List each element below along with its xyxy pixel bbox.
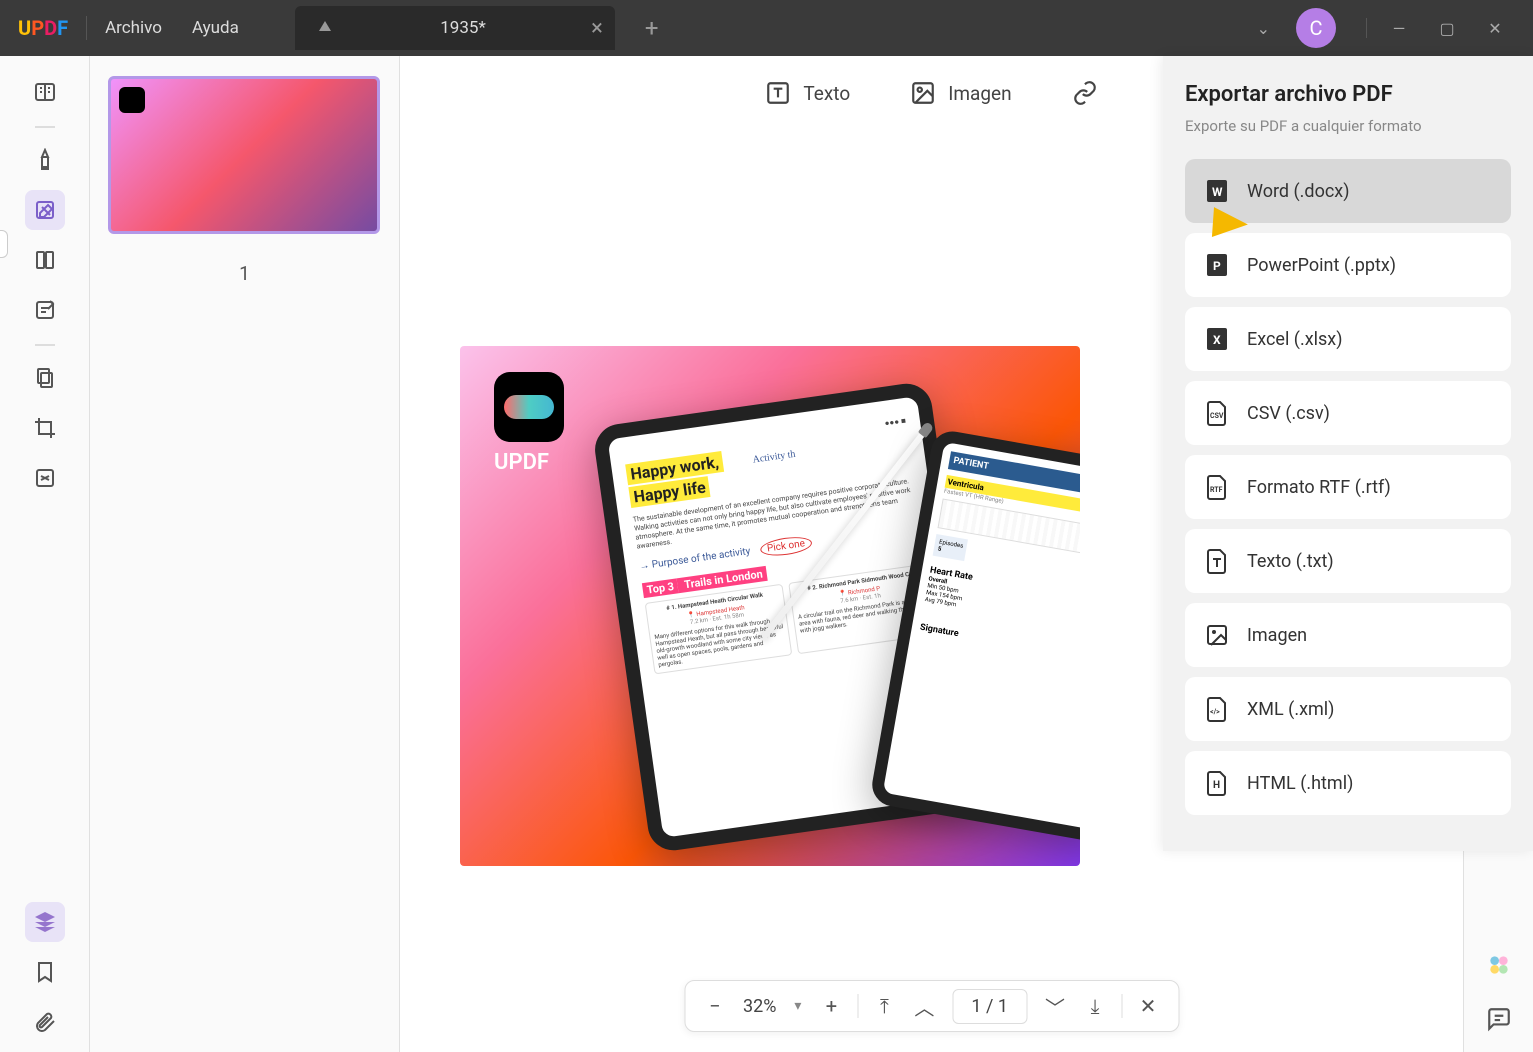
export-option-imagen[interactable]: Imagen	[1185, 603, 1511, 667]
edit-button[interactable]	[25, 190, 65, 230]
svg-text:P: P	[1213, 259, 1221, 273]
text-icon	[765, 80, 791, 106]
updf-logo-box	[494, 372, 564, 442]
export-panel-subtitle: Exporte su PDF a cualquier formato	[1185, 117, 1511, 135]
file-type-icon: P	[1205, 251, 1229, 279]
left-toolbar	[0, 56, 90, 1052]
bottom-toolbar: − 32% ▾ + ⤒ ︿ 1 / 1 ﹀ ⤓ ✕	[684, 980, 1179, 1032]
svg-text:</>: </>	[1210, 708, 1220, 716]
export-option-label: Imagen	[1247, 625, 1307, 646]
separator	[35, 344, 55, 346]
panel-handle[interactable]	[0, 230, 8, 258]
close-button[interactable]: ✕	[1471, 8, 1519, 48]
menu-help[interactable]: Ayuda	[192, 18, 239, 38]
divider	[86, 16, 87, 40]
tab-add-icon[interactable]: +	[645, 14, 659, 42]
app-logo: UPDF	[18, 16, 68, 40]
arrow-callout-icon	[1143, 194, 1253, 248]
export-option-excel-xlsx-[interactable]: X Excel (.xlsx)	[1185, 307, 1511, 371]
zoom-dropdown[interactable]: ▾	[784, 998, 811, 1014]
export-option-label: Excel (.xlsx)	[1247, 329, 1343, 350]
file-type-icon: </>	[1205, 695, 1229, 723]
signature-label: Signature	[919, 623, 1080, 668]
text-tool-label: Texto	[803, 82, 850, 105]
svg-text:H: H	[1213, 780, 1220, 791]
titlebar: UPDF Archivo Ayuda 1935* × + ⌄ C — ▢ ✕	[0, 0, 1533, 56]
layers-button[interactable]	[25, 902, 65, 942]
zoom-level: 32%	[735, 996, 784, 1017]
highlight-button[interactable]	[25, 140, 65, 180]
file-type-icon	[1205, 547, 1229, 575]
file-type-icon: RTF	[1205, 473, 1229, 501]
page-indicator[interactable]: 1 / 1	[952, 989, 1027, 1024]
redact-button[interactable]	[25, 458, 65, 498]
export-option-label: Texto (.txt)	[1247, 551, 1334, 572]
file-type-icon: X	[1205, 325, 1229, 353]
divider	[1121, 994, 1122, 1018]
close-toolbar-button[interactable]: ✕	[1128, 986, 1168, 1026]
export-option-label: Formato RTF (.rtf)	[1247, 477, 1391, 498]
export-option-html-html-[interactable]: H HTML (.html)	[1185, 751, 1511, 815]
prev-page-button[interactable]: ︿	[904, 986, 944, 1026]
divider	[857, 994, 858, 1018]
svg-text:X: X	[1213, 333, 1221, 347]
chevron-down-icon[interactable]: ⌄	[1257, 19, 1270, 38]
export-option-label: PowerPoint (.pptx)	[1247, 255, 1396, 276]
image-icon	[910, 80, 936, 106]
updf-logo-text: UPDF	[494, 450, 549, 475]
document-tab[interactable]: 1935* ×	[295, 6, 615, 50]
minimize-button[interactable]: —	[1375, 8, 1423, 48]
link-tool[interactable]	[1072, 80, 1098, 106]
svg-text:RTF: RTF	[1210, 486, 1223, 494]
image-tool-label: Imagen	[948, 82, 1011, 105]
reader-mode-button[interactable]	[25, 72, 65, 112]
export-option-csv-csv-[interactable]: CSV CSV (.csv)	[1185, 381, 1511, 445]
pages-button[interactable]	[25, 240, 65, 280]
maximize-button[interactable]: ▢	[1423, 8, 1471, 48]
page-thumbnail[interactable]	[108, 76, 380, 234]
zoom-in-button[interactable]: +	[811, 986, 851, 1026]
thumbnail-panel: 1	[90, 56, 400, 1052]
export-panel: Exportar archivo PDF Exporte su PDF a cu…	[1163, 56, 1533, 851]
image-tool[interactable]: Imagen	[910, 80, 1011, 106]
bookmark-button[interactable]	[25, 952, 65, 992]
titlebar-right: ⌄ C — ▢ ✕	[1257, 8, 1533, 48]
form-button[interactable]	[25, 290, 65, 330]
file-type-icon: H	[1205, 769, 1229, 797]
text-tool[interactable]: Texto	[765, 80, 850, 106]
zoom-out-button[interactable]: −	[695, 986, 735, 1026]
tab-title: 1935*	[355, 18, 571, 38]
attachment-button[interactable]	[25, 1002, 65, 1042]
export-option-texto-txt-[interactable]: Texto (.txt)	[1185, 529, 1511, 593]
separator	[35, 126, 55, 128]
first-page-button[interactable]: ⤒	[864, 986, 904, 1026]
thumbnail-page-number: 1	[108, 262, 381, 285]
export-option-label: CSV (.csv)	[1247, 403, 1330, 424]
last-page-button[interactable]: ⤓	[1075, 986, 1115, 1026]
file-type-icon	[1205, 621, 1229, 649]
export-option-label: XML (.xml)	[1247, 699, 1334, 720]
tab-icon	[319, 21, 333, 35]
export-option-label: Word (.docx)	[1247, 181, 1349, 202]
export-option-formato-rtf-rtf-[interactable]: RTF Formato RTF (.rtf)	[1185, 455, 1511, 519]
export-option-xml-xml-[interactable]: </> XML (.xml)	[1185, 677, 1511, 741]
file-type-icon: CSV	[1205, 399, 1229, 427]
organize-button[interactable]	[25, 358, 65, 398]
export-panel-title: Exportar archivo PDF	[1185, 82, 1511, 107]
next-page-button[interactable]: ﹀	[1035, 986, 1075, 1026]
thumb-logo	[119, 87, 145, 113]
link-icon	[1072, 80, 1098, 106]
crop-button[interactable]	[25, 408, 65, 448]
page-view[interactable]: UPDF ●●● ■ Happy work,Activity th Happy …	[460, 346, 1080, 866]
ai-button[interactable]	[1478, 944, 1520, 986]
svg-text:CSV: CSV	[1210, 412, 1224, 420]
comment-button[interactable]	[1478, 998, 1520, 1040]
export-option-label: HTML (.html)	[1247, 773, 1353, 794]
tab-close-icon[interactable]: ×	[591, 16, 603, 41]
avatar[interactable]: C	[1296, 8, 1336, 48]
menu-file[interactable]: Archivo	[105, 18, 162, 38]
divider	[1366, 18, 1367, 38]
